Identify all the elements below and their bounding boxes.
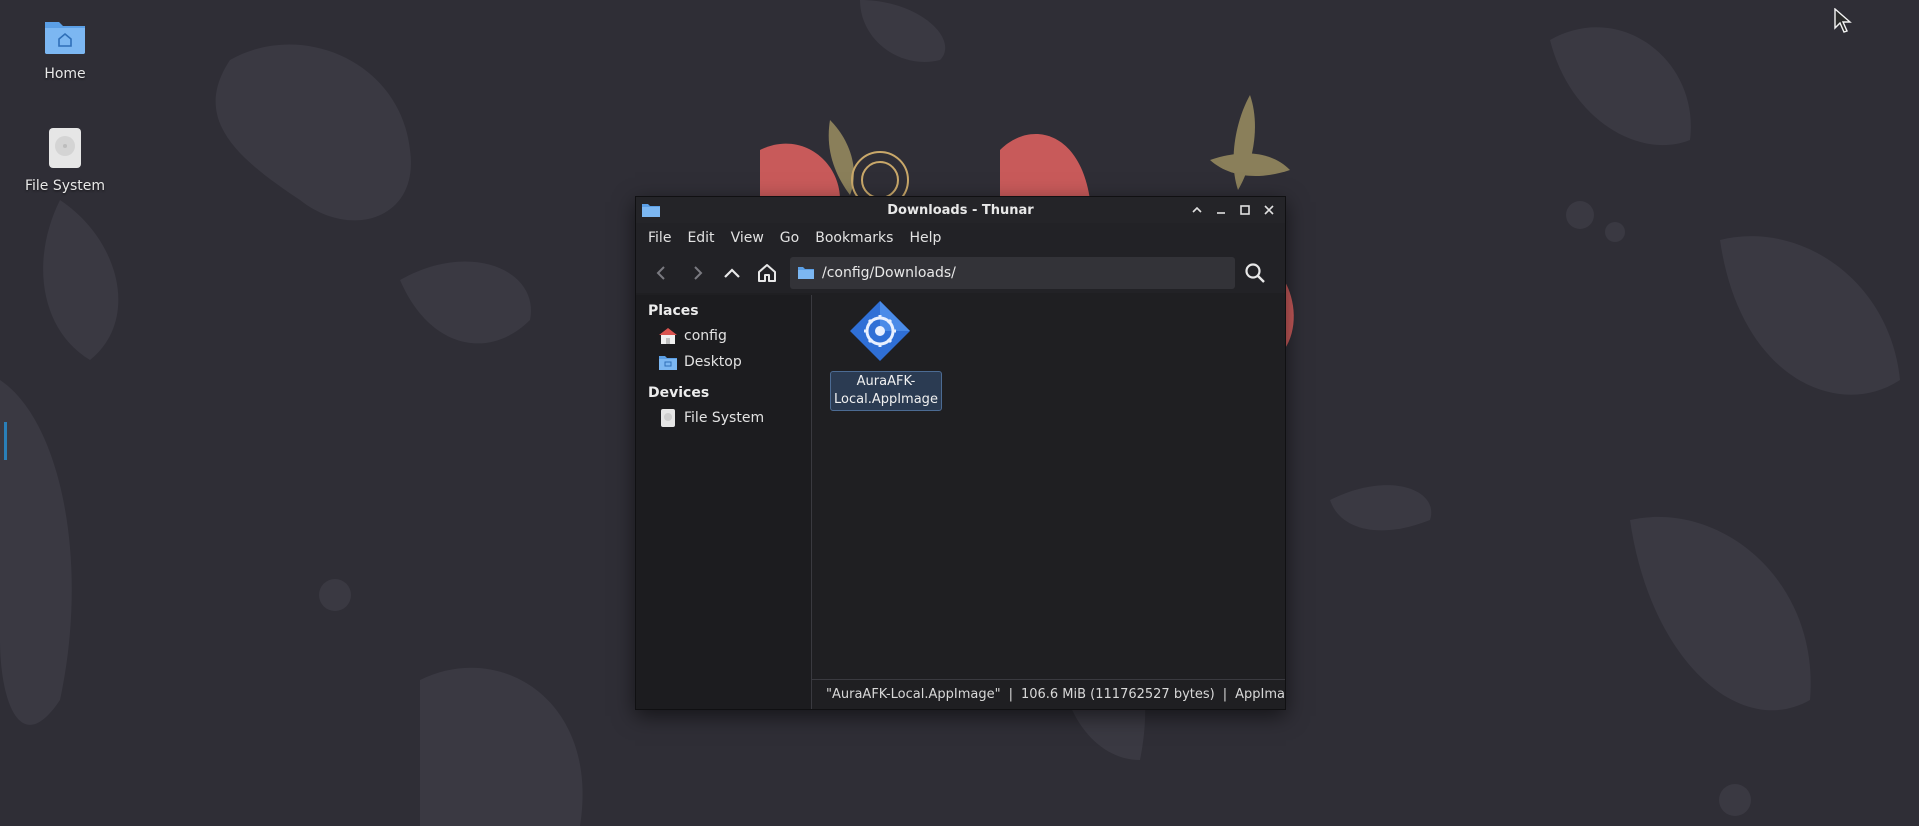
minimize-button[interactable] [1211, 200, 1231, 220]
file-item[interactable]: AuraAFK-Local.AppImage [830, 299, 942, 411]
drive-icon [661, 409, 675, 427]
location-path: /config/Downloads/ [822, 265, 956, 281]
desktop-home-icon-item[interactable]: Home [10, 14, 120, 82]
search-button[interactable] [1239, 257, 1271, 289]
maximize-button[interactable] [1235, 200, 1255, 220]
file-view[interactable]: AuraAFK-Local.AppImage [812, 295, 1285, 679]
chevron-left-icon [656, 266, 665, 280]
window-titlebar[interactable]: Downloads - Thunar [636, 197, 1285, 223]
places-heading: Places [648, 303, 699, 319]
sidebar: Places config Desktop Devices File Syste… [636, 295, 812, 709]
maximize-icon [1240, 205, 1250, 215]
thunar-window: Downloads - Thunar File Edit View Go Boo… [635, 196, 1286, 710]
home-folder-icon [45, 22, 85, 54]
location-bar[interactable]: /config/Downloads/ [790, 257, 1235, 289]
status-file-size: 106.6 MiB (111762527 bytes) [1020, 687, 1215, 702]
sidebar-item-desktop[interactable]: Desktop [636, 349, 811, 375]
mouse-cursor-icon [1834, 8, 1852, 33]
close-button[interactable] [1259, 200, 1279, 220]
desktop-filesystem-label: File System [24, 178, 106, 194]
home-button[interactable] [751, 257, 783, 289]
back-button[interactable] [646, 257, 678, 289]
desktop-folder-icon [659, 356, 677, 370]
home-icon [758, 264, 776, 282]
status-separator: | [1222, 687, 1228, 702]
shade-button[interactable] [1187, 200, 1207, 220]
menu-edit[interactable]: Edit [683, 230, 722, 246]
desktop-home-label: Home [44, 66, 86, 82]
window-title: Downloads - Thunar [887, 202, 1034, 218]
status-separator: | [1008, 687, 1013, 702]
sidebar-item-filesystem[interactable]: File System [636, 405, 811, 431]
close-icon [1264, 205, 1274, 215]
devices-heading: Devices [648, 385, 710, 401]
appimage-icon [850, 301, 910, 361]
menu-go[interactable]: Go [776, 230, 807, 246]
chevron-right-icon [694, 266, 703, 280]
minimize-icon [1217, 212, 1225, 214]
sidebar-item-label: config [684, 328, 727, 344]
status-file-type: AppImage ap... [1235, 687, 1285, 702]
folder-icon [798, 267, 814, 279]
status-bar: "AuraAFK-Local.AppImage" | 106.6 MiB (11… [812, 679, 1285, 709]
file-name: AuraAFK-Local.AppImage [830, 371, 942, 411]
drive-icon [49, 128, 81, 168]
parent-folder-button[interactable] [716, 257, 748, 289]
home-icon [659, 328, 677, 344]
sidebar-item-config[interactable]: config [636, 323, 811, 349]
sidebar-item-label: Desktop [684, 354, 742, 370]
chevron-up-icon [724, 268, 740, 278]
chevron-up-icon [1192, 206, 1202, 213]
desktop-filesystem-icon-item[interactable]: File System [10, 126, 120, 194]
forward-button[interactable] [681, 257, 713, 289]
search-icon [1245, 263, 1265, 283]
menu-view[interactable]: View [727, 230, 772, 246]
folder-app-icon [642, 204, 660, 217]
sidebar-item-label: File System [684, 410, 765, 426]
menu-file[interactable]: File [644, 230, 679, 246]
menu-help[interactable]: Help [905, 230, 949, 246]
menu-bookmarks[interactable]: Bookmarks [811, 230, 901, 246]
toolbar: /config/Downloads/ [636, 253, 1285, 293]
status-file-name: "AuraAFK-Local.AppImage" [826, 687, 1001, 702]
menu-bar: File Edit View Go Bookmarks Help [636, 223, 1285, 253]
left-edge-accent [4, 422, 7, 460]
